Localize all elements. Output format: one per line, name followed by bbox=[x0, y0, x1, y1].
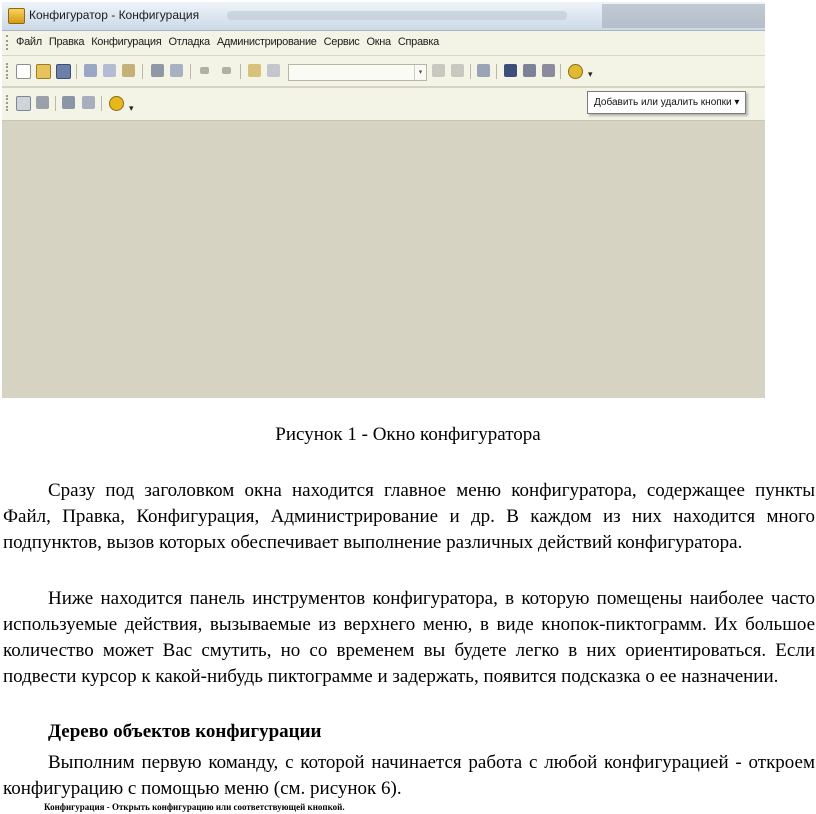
menu-help[interactable]: Справка bbox=[398, 36, 439, 48]
new-document-icon[interactable] bbox=[16, 64, 31, 79]
paste-icon[interactable] bbox=[122, 64, 135, 77]
open-folder-icon[interactable] bbox=[36, 64, 51, 79]
paragraph-toolbar: Ниже находится панель инструментов конфи… bbox=[3, 588, 815, 687]
section-heading: Дерево объектов конфигурации bbox=[48, 721, 322, 742]
toolbar-grip bbox=[6, 95, 11, 111]
search-combo[interactable]: ▾ bbox=[288, 64, 427, 81]
standard-toolbar: ▾ ▾ bbox=[2, 56, 765, 86]
update-configuration-icon[interactable] bbox=[62, 96, 75, 109]
menu-service[interactable]: Сервис bbox=[324, 36, 360, 48]
chevron-down-icon[interactable]: ▾ bbox=[414, 65, 426, 80]
undo-icon[interactable] bbox=[200, 67, 209, 74]
print-icon[interactable] bbox=[151, 64, 164, 77]
menu-administration[interactable]: Администрирование bbox=[217, 36, 317, 48]
window-list-icon[interactable] bbox=[477, 64, 490, 77]
find-in-files-icon[interactable] bbox=[248, 64, 261, 77]
save-icon[interactable] bbox=[56, 64, 71, 79]
menu-file[interactable]: Файл bbox=[16, 36, 42, 48]
open-configuration-icon[interactable] bbox=[16, 96, 31, 111]
context-help-icon[interactable] bbox=[504, 64, 517, 77]
start-debugging-icon[interactable] bbox=[109, 96, 124, 111]
paragraph-open-configuration: Выполним первую команду, с которой начин… bbox=[3, 752, 815, 799]
db-configuration-icon[interactable] bbox=[36, 96, 49, 109]
menu-configuration[interactable]: Конфигурация bbox=[91, 36, 162, 48]
configurator-screenshot: Конфигуратор - Конфигурация Файл Правка … bbox=[2, 2, 765, 398]
help-index-icon[interactable] bbox=[542, 64, 555, 77]
blurred-titlebar-area bbox=[227, 11, 567, 20]
toolbar-grip bbox=[6, 63, 11, 79]
toolbar-separator bbox=[190, 64, 191, 79]
toolbar-options-icon[interactable]: ▾ bbox=[129, 104, 134, 114]
print-preview-icon[interactable] bbox=[170, 64, 183, 77]
help-topics-icon[interactable] bbox=[523, 64, 536, 77]
menu-edit[interactable]: Правка bbox=[49, 36, 85, 48]
redo-icon[interactable] bbox=[222, 67, 231, 74]
toolbar-tooltip: Добавить или удалить кнопки ▾ bbox=[587, 91, 747, 114]
search-icon[interactable] bbox=[267, 64, 280, 77]
find-next-icon[interactable] bbox=[432, 64, 445, 77]
toolbar-separator bbox=[560, 64, 561, 79]
main-menu: Файл Правка Конфигурация Отладка Админис… bbox=[2, 31, 765, 56]
cut-icon[interactable] bbox=[84, 64, 97, 77]
toolbar-separator bbox=[142, 64, 143, 79]
window-titlebar: Конфигуратор - Конфигурация bbox=[2, 2, 765, 31]
toolbar-separator bbox=[240, 64, 241, 79]
toolbar-separator bbox=[470, 64, 471, 79]
compare-configuration-icon[interactable] bbox=[82, 96, 95, 109]
figure-caption: Рисунок 1 - Окно конфигуратора bbox=[275, 424, 541, 445]
menu-debug[interactable]: Отладка bbox=[168, 36, 210, 48]
paragraph-main-menu: Сразу под заголовком окна находится глав… bbox=[3, 480, 815, 553]
app-icon bbox=[8, 8, 25, 24]
toolbar-separator bbox=[55, 96, 56, 111]
menu-windows[interactable]: Окна bbox=[367, 36, 392, 48]
toolbar-separator bbox=[496, 64, 497, 79]
toolbar-separator bbox=[101, 96, 102, 111]
copy-icon[interactable] bbox=[103, 64, 116, 77]
info-icon[interactable] bbox=[568, 64, 583, 79]
window-title: Конфигуратор - Конфигурация bbox=[29, 8, 200, 22]
footnote: Конфигурация - Открыть конфигурацию или … bbox=[44, 802, 345, 812]
toolbar-options-icon[interactable]: ▾ bbox=[588, 70, 593, 80]
find-previous-icon[interactable] bbox=[451, 64, 464, 77]
blurred-window-controls bbox=[602, 4, 765, 28]
menu-grip bbox=[6, 35, 11, 50]
toolbar-separator bbox=[76, 64, 77, 79]
